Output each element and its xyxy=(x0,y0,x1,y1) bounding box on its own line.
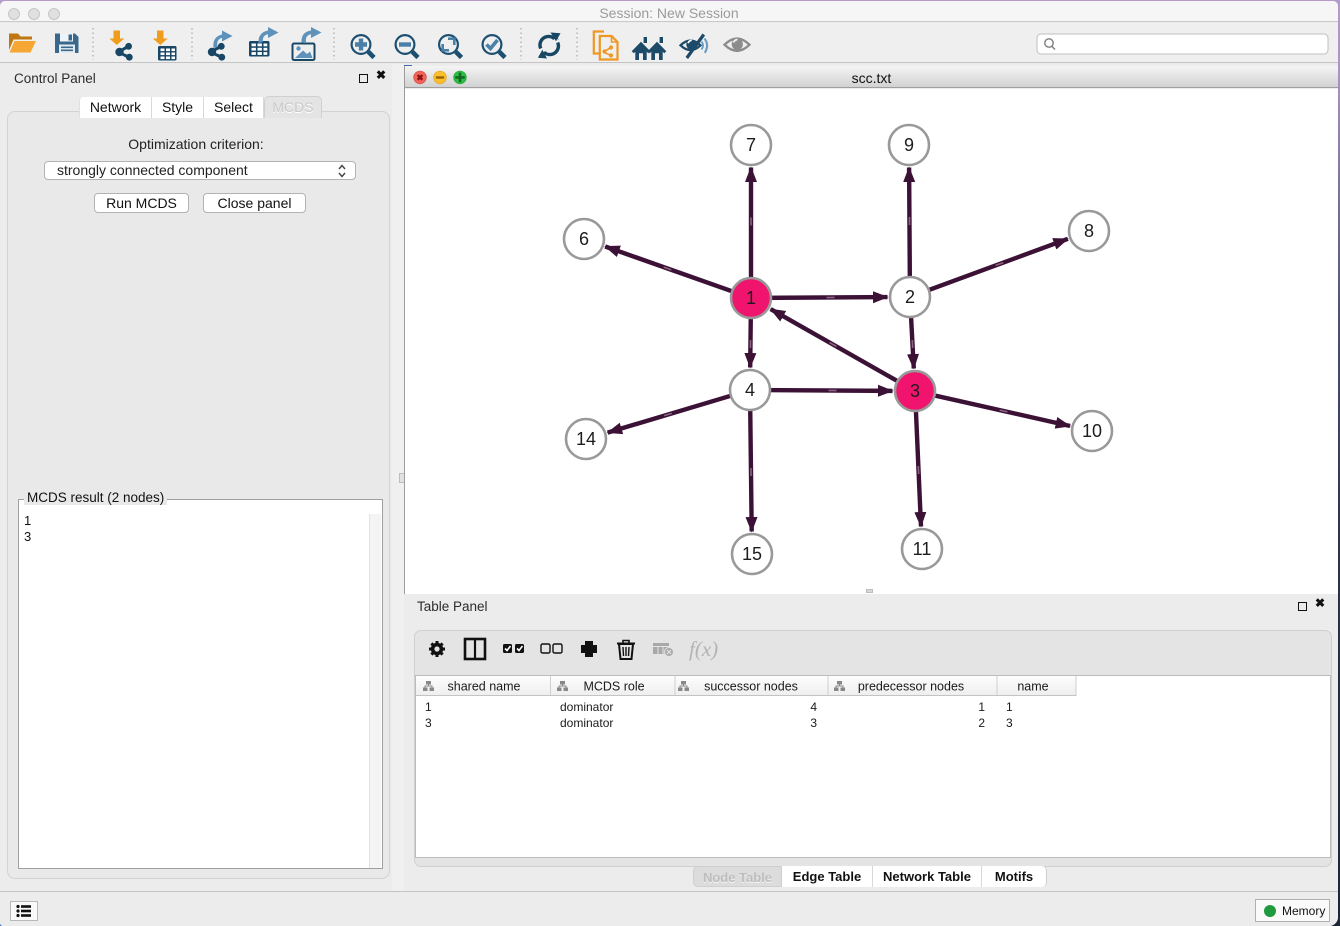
svg-text:7: 7 xyxy=(746,135,756,155)
svg-text:shared name: shared name xyxy=(448,680,521,694)
svg-text:8: 8 xyxy=(1084,221,1094,241)
svg-text:14: 14 xyxy=(576,429,596,449)
svg-text:4: 4 xyxy=(745,380,755,400)
svg-text:9: 9 xyxy=(904,135,914,155)
svg-text:3: 3 xyxy=(910,381,920,401)
svg-text:2: 2 xyxy=(905,287,915,307)
svg-text:MCDS role: MCDS role xyxy=(583,680,644,694)
svg-text:successor nodes: successor nodes xyxy=(704,680,798,694)
svg-text:predecessor nodes: predecessor nodes xyxy=(858,680,964,694)
svg-text:6: 6 xyxy=(579,229,589,249)
svg-text:15: 15 xyxy=(742,544,762,564)
svg-text:10: 10 xyxy=(1082,421,1102,441)
svg-text:11: 11 xyxy=(913,539,932,559)
svg-text:name: name xyxy=(1017,680,1048,694)
svg-text:f(x): f(x) xyxy=(689,637,718,661)
svg-text:1: 1 xyxy=(746,288,756,308)
